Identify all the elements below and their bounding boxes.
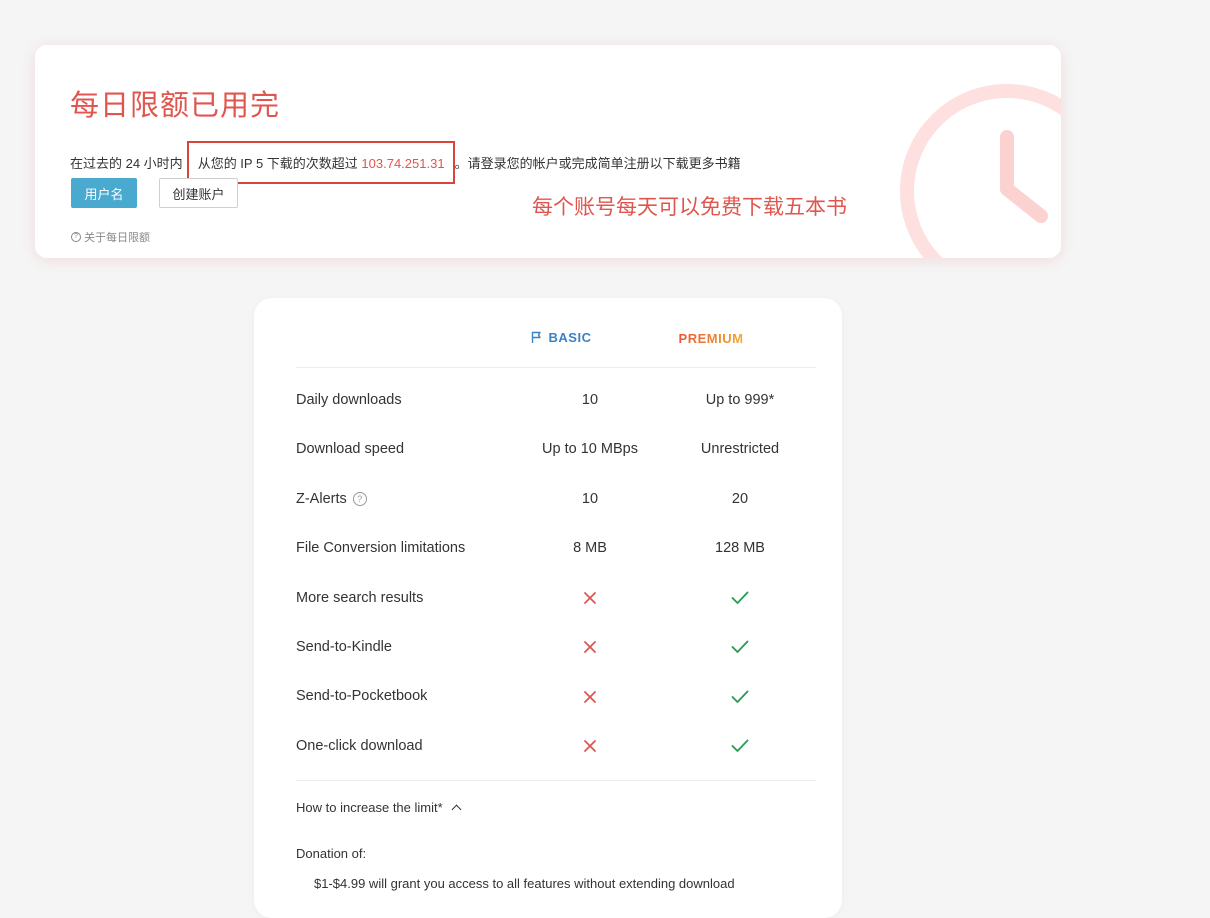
plan-basic-header: BASIC: [516, 330, 606, 345]
feature-value-premium: 20: [731, 490, 749, 507]
feature-row: Download speed Up to 10 MBps Unrestricted: [296, 439, 816, 488]
x-icon: [515, 686, 665, 706]
feature-name: Send-to-Pocketbook: [296, 686, 427, 706]
daily-limit-alert: 每日限额已用完 在过去的 24 小时内 从您的 IP 5 下载的次数超过 103.…: [35, 45, 1061, 258]
feature-row: Send-to-Pocketbook: [296, 686, 816, 735]
clock-icon: [900, 84, 1061, 258]
help-icon[interactable]: ?: [352, 491, 367, 506]
message-suffix: 。请登录您的帐户或完成简单注册以下载更多书籍: [454, 156, 741, 171]
increase-limit-toggle[interactable]: How to increase the limit*: [296, 800, 462, 815]
feature-name-text: Daily downloads: [296, 392, 402, 408]
plan-basic-label: BASIC: [548, 330, 592, 345]
feature-name-text: Send-to-Pocketbook: [296, 688, 428, 705]
about-daily-limit-label: 关于每日限额: [84, 232, 150, 244]
feature-name-text: Z-Alerts: [296, 490, 347, 507]
x-icon: [515, 637, 665, 657]
ip-address: 103.74.251.31: [361, 156, 445, 171]
create-account-button[interactable]: 创建账户: [159, 178, 238, 208]
login-username-button[interactable]: 用户名: [71, 178, 137, 208]
donation-label: Donation of:: [296, 846, 367, 861]
feature-value-basic: 10: [581, 490, 599, 507]
increase-limit-label: How to increase the limit*: [296, 800, 443, 815]
x-icon: [515, 588, 665, 608]
check-icon: [665, 637, 815, 657]
feature-name-text: More search results: [296, 589, 424, 606]
feature-row: One-click download: [296, 736, 816, 785]
feature-name: More search results: [296, 588, 423, 608]
about-daily-limit-link[interactable]: ? 关于每日限额: [71, 229, 150, 245]
feature-name: Send-to-Kindle: [296, 637, 392, 657]
feature-row: Daily downloads 10 Up to 999*: [296, 390, 816, 439]
feature-row: More search results: [296, 588, 816, 637]
feature-value-premium: Unrestricted: [700, 441, 780, 458]
feature-name-text: File Conversion limitations: [296, 540, 466, 557]
feature-name: File Conversion limitations: [296, 538, 465, 558]
message-prefix: 在过去的 24 小时内: [70, 156, 183, 171]
question-icon: ?: [71, 232, 81, 242]
check-icon: [665, 686, 815, 706]
feature-row: Z-Alerts? 10 20: [296, 489, 816, 538]
feature-value-basic: 8 MB: [573, 540, 607, 557]
feature-name-text: Send-to-Kindle: [296, 639, 392, 655]
page-title: 每日限额已用完: [70, 90, 281, 122]
feature-name: One-click download: [296, 736, 423, 756]
flag-icon: [531, 331, 541, 343]
feature-row: Send-to-Kindle: [296, 637, 816, 686]
check-icon: [665, 736, 815, 756]
feature-name-text: One-click download: [296, 737, 423, 754]
feature-value-basic: 10: [581, 392, 599, 408]
message-highlight: 从您的 IP 5 下载的次数超过: [197, 156, 362, 171]
feature-name: Z-Alerts?: [296, 489, 367, 509]
annotation-text: 每个账号每天可以免费下载五本书: [532, 196, 847, 219]
plan-premium-label: PREMIUM: [666, 331, 756, 346]
chevron-up-icon: [451, 804, 462, 815]
feature-name: Daily downloads: [296, 390, 402, 410]
feature-value-premium: Up to 999*: [705, 392, 775, 408]
divider: [296, 780, 816, 781]
feature-name: Download speed: [296, 439, 404, 459]
check-icon: [665, 588, 815, 608]
feature-name-text: Download speed: [296, 441, 405, 458]
feature-value-basic: Up to 10 MBps: [542, 441, 638, 458]
plan-comparison-card: BASIC PREMIUM Daily downloads 10 Up to 999…: [254, 298, 842, 918]
feature-value-premium: 128 MB: [715, 540, 765, 557]
x-icon: [515, 736, 665, 756]
feature-row: File Conversion limitations 8 MB 128 MB: [296, 538, 816, 587]
